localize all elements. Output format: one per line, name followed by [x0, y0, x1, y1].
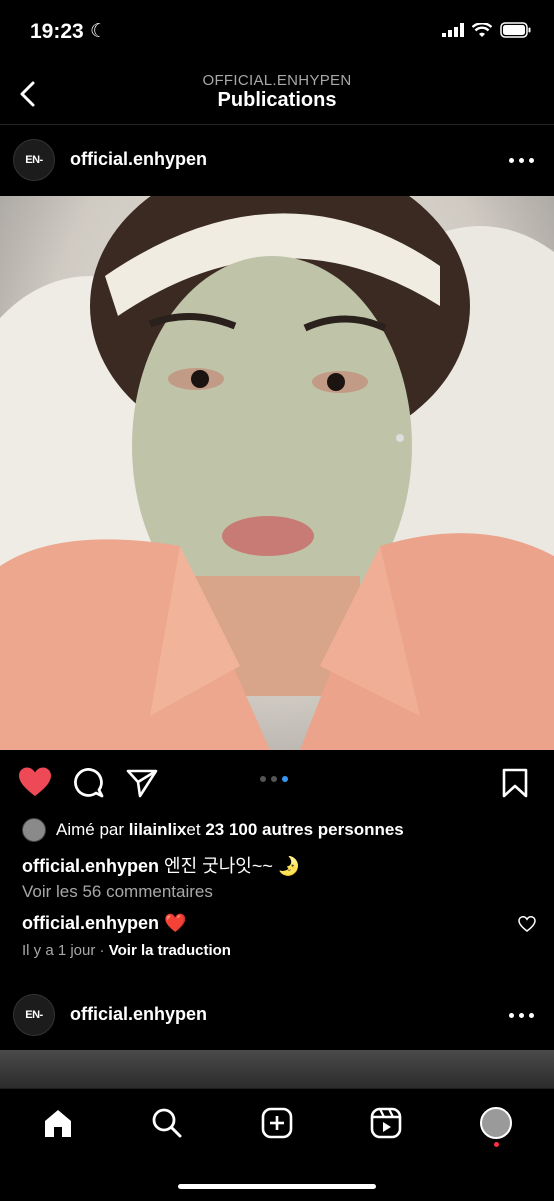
- post-time: Il y a 1 jour: [22, 942, 96, 959]
- reels-icon[interactable]: [366, 1103, 406, 1143]
- home-icon[interactable]: [38, 1103, 78, 1143]
- status-icons: [442, 22, 532, 38]
- search-icon[interactable]: [147, 1103, 187, 1143]
- caption-username[interactable]: official.enhypen: [22, 856, 159, 876]
- carousel-indicator: [260, 776, 288, 782]
- likes-count[interactable]: 23 100 autres personnes: [205, 820, 403, 840]
- wifi-icon: [472, 22, 492, 37]
- post-meta: Il y a 1 jour · Voir la traduction: [22, 942, 231, 959]
- author-avatar[interactable]: EN-: [13, 139, 55, 181]
- moon-icon: ☾: [90, 21, 108, 42]
- caption-text: 엔진 굿나잇~~ 🌛: [159, 856, 301, 876]
- post-caption: official.enhypen 엔진 굿나잇~~ 🌛: [22, 852, 300, 878]
- post-image-2[interactable]: [0, 1050, 554, 1090]
- create-icon[interactable]: [257, 1103, 297, 1143]
- view-comments-link[interactable]: Voir les 56 commentaires: [22, 882, 213, 902]
- liker-avatar: [22, 818, 46, 842]
- comment-icon[interactable]: [72, 766, 104, 798]
- post-actions: [0, 760, 554, 806]
- author-username-2[interactable]: official.enhypen: [70, 1004, 207, 1025]
- likes-summary[interactable]: Aimé par lilainlix et 23 100 autres pers…: [22, 818, 404, 842]
- top-header: OFFICIAL.ENHYPEN Publications: [0, 64, 554, 125]
- status-bar: 19:23 ☾: [0, 0, 554, 64]
- post-header-2: EN- official.enhypen: [0, 979, 554, 1049]
- more-options-icon-2[interactable]: [509, 1013, 534, 1018]
- author-username[interactable]: official.enhypen: [70, 149, 207, 170]
- save-bookmark-icon[interactable]: [502, 768, 528, 798]
- home-indicator: [178, 1184, 376, 1189]
- author-avatar-2[interactable]: EN-: [13, 994, 55, 1036]
- liker-username[interactable]: lilainlix: [129, 820, 187, 840]
- comment-text: ❤️: [159, 913, 187, 933]
- comment-like-heart-icon[interactable]: [518, 916, 536, 932]
- notification-dot: [494, 1142, 499, 1147]
- post-image-illustration: [0, 196, 554, 750]
- like-heart-icon[interactable]: [18, 766, 52, 798]
- profile-avatar[interactable]: [476, 1103, 516, 1143]
- share-send-icon[interactable]: [126, 768, 158, 798]
- battery-icon: [500, 22, 531, 38]
- more-options-icon[interactable]: [509, 158, 534, 163]
- translate-link[interactable]: Voir la traduction: [109, 942, 231, 959]
- comment-username[interactable]: official.enhypen: [22, 913, 159, 933]
- status-time: 19:23: [30, 20, 84, 43]
- post-image[interactable]: [0, 196, 554, 750]
- post-header: EN- official.enhypen: [0, 124, 554, 194]
- header-subtitle: OFFICIAL.ENHYPEN: [202, 72, 352, 89]
- comment-row: official.enhypen ❤️: [22, 913, 186, 934]
- header-title: Publications: [217, 89, 337, 111]
- signal-icon: [442, 23, 464, 37]
